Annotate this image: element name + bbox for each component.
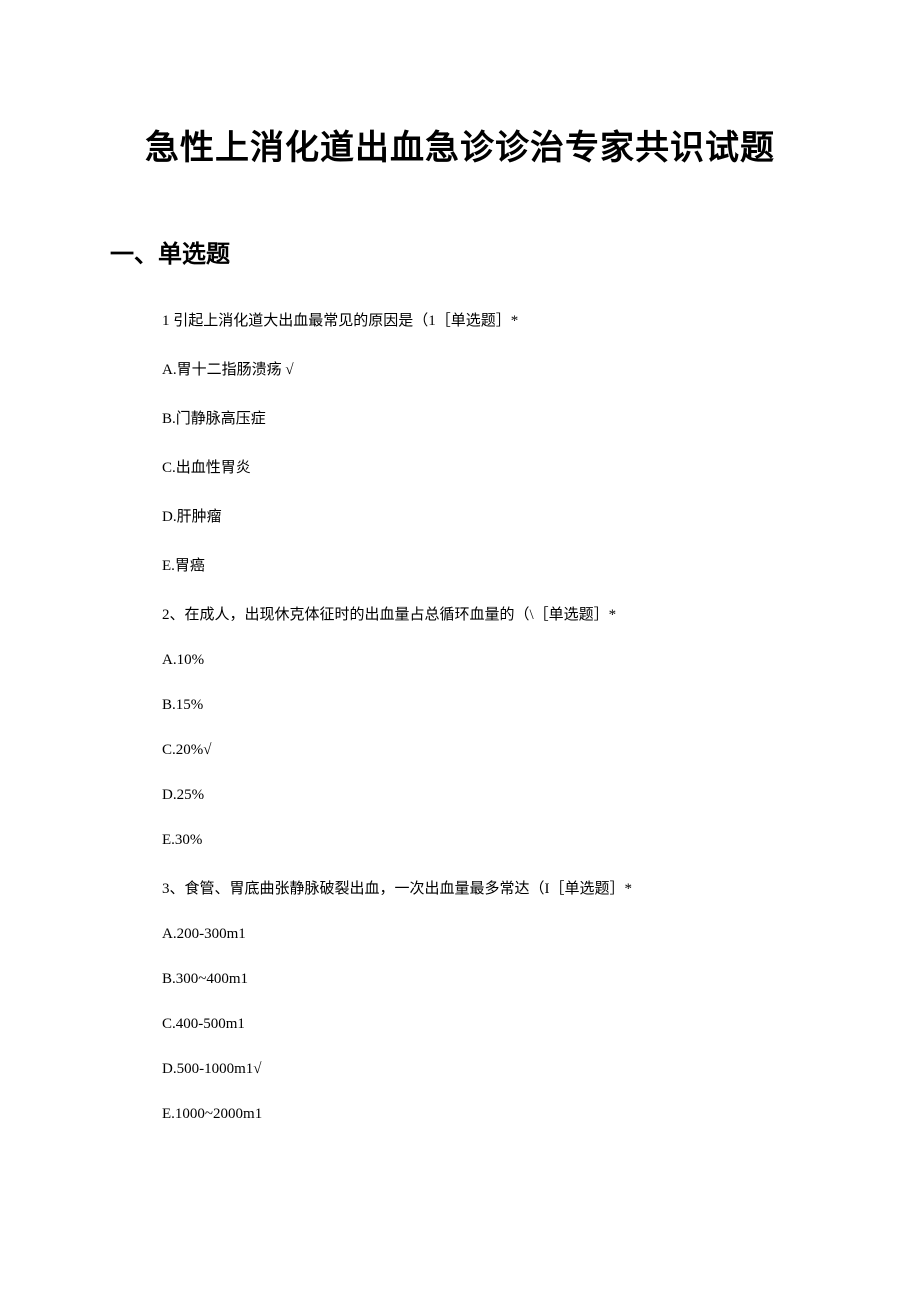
question-option: A.200-300m1: [110, 926, 810, 943]
question-option: D.500-1000m1√: [110, 1061, 810, 1078]
question-option: A.10%: [110, 652, 810, 669]
document-title: 急性上消化道出血急诊诊治专家共识试题: [110, 120, 810, 169]
question-option: B.300~400m1: [110, 971, 810, 988]
question-option: D.肝肿瘤: [110, 505, 810, 526]
question-option: C.出血性胃炎: [110, 456, 810, 477]
question-option: E.胃癌: [110, 554, 810, 575]
question-option: C.400-500m1: [110, 1016, 810, 1033]
question-option: E.1000~2000m1: [110, 1106, 810, 1123]
question-prompt: 1 引起上消化道大出血最常见的原因是（1［单选题］*: [110, 309, 810, 330]
question-prompt: 2、在成人，出现休克体征时的出血量占总循环血量的（\［单选题］*: [110, 603, 810, 624]
question-block: 1 引起上消化道大出血最常见的原因是（1［单选题］* A.胃十二指肠溃疡 √ B…: [110, 309, 810, 575]
question-option: B.门静脉高压症: [110, 407, 810, 428]
question-block: 2、在成人，出现休克体征时的出血量占总循环血量的（\［单选题］* A.10% B…: [110, 603, 810, 849]
section-heading: 一、单选题: [110, 234, 810, 269]
question-option: A.胃十二指肠溃疡 √: [110, 358, 810, 379]
question-option: C.20%√: [110, 742, 810, 759]
question-option: E.30%: [110, 832, 810, 849]
question-prompt: 3、食管、胃底曲张静脉破裂出血，一次出血量最多常达（I［单选题］*: [110, 877, 810, 898]
question-option: D.25%: [110, 787, 810, 804]
question-option: B.15%: [110, 697, 810, 714]
question-block: 3、食管、胃底曲张静脉破裂出血，一次出血量最多常达（I［单选题］* A.200-…: [110, 877, 810, 1123]
